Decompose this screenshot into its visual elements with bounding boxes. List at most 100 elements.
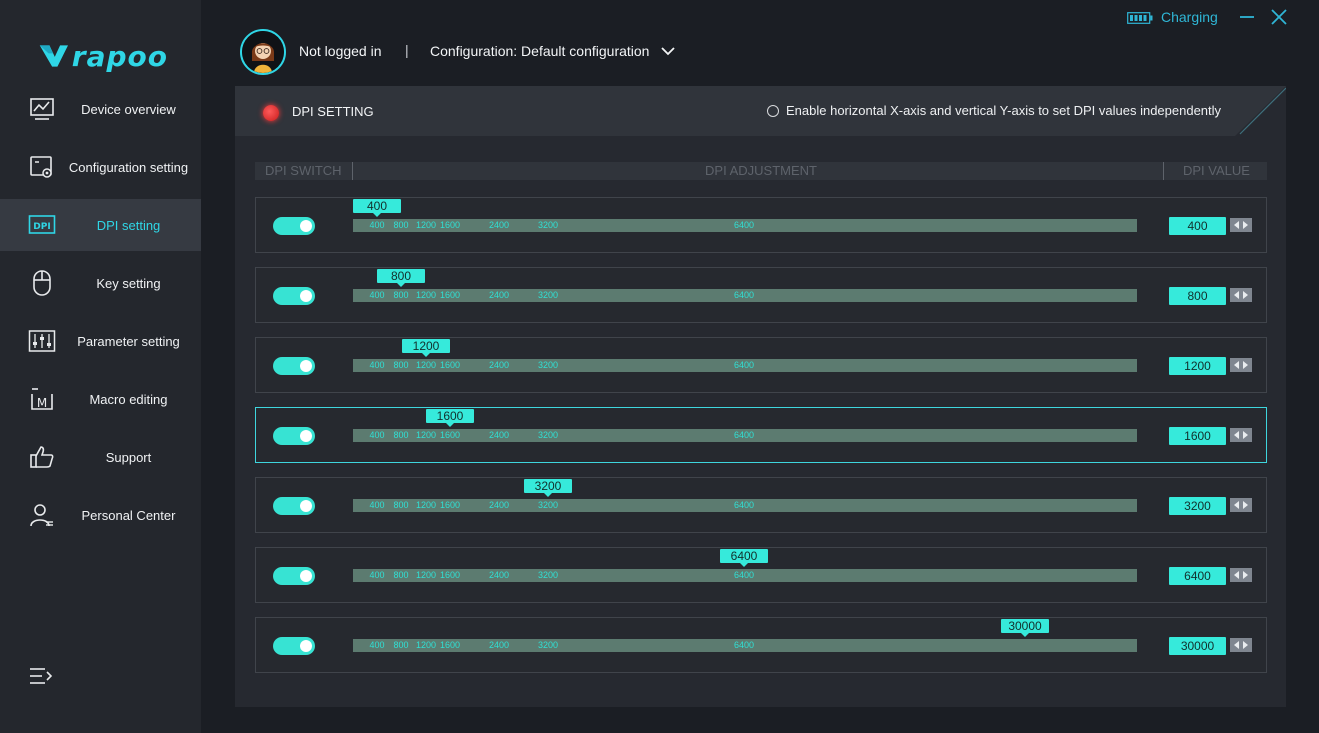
dpi-slider-track[interactable]: 400 800 1200 1600 2400 3200 6400 800: [353, 269, 1137, 302]
dpi-slider-handle[interactable]: 400: [353, 199, 401, 217]
dpi-value-stepper[interactable]: [1230, 288, 1252, 302]
sliders-icon: [28, 327, 56, 355]
slider-tick-label: 1200: [415, 640, 437, 650]
sidebar-item-key-setting[interactable]: Key setting: [0, 257, 201, 309]
decrement-arrow-icon[interactable]: [1234, 431, 1239, 439]
dpi-slider-track[interactable]: 400 800 1200 1600 2400 3200 6400 30000: [353, 619, 1137, 652]
slider-tick-label: 2400: [488, 570, 510, 580]
dpi-value-field[interactable]: 800: [1169, 287, 1226, 305]
dpi-switch-toggle[interactable]: [273, 637, 315, 655]
dpi-row[interactable]: 400 800 1200 1600 2400 3200 6400 400 400: [255, 197, 1267, 253]
dpi-slider-track[interactable]: 400 800 1200 1600 2400 3200 6400 400: [353, 199, 1137, 232]
dpi-value-stepper[interactable]: [1230, 638, 1252, 652]
dpi-slider-handle[interactable]: 1600: [426, 409, 474, 427]
minimize-icon[interactable]: [1238, 8, 1256, 26]
toggle-knob: [300, 570, 312, 582]
dpi-value-stepper[interactable]: [1230, 358, 1252, 372]
header-decoration: [1235, 86, 1286, 136]
dpi-value-field[interactable]: 400: [1169, 217, 1226, 235]
dpi-row[interactable]: 400 800 1200 1600 2400 3200 6400 6400 6400: [255, 547, 1267, 603]
slider-tick-label: 800: [393, 500, 409, 510]
sidebar-item-parameter-setting[interactable]: Parameter setting: [0, 315, 201, 367]
slider-tick-label: 2400: [488, 640, 510, 650]
increment-arrow-icon[interactable]: [1243, 431, 1248, 439]
slider-tick-label: 800: [393, 360, 409, 370]
decrement-arrow-icon[interactable]: [1234, 221, 1239, 229]
decrement-arrow-icon[interactable]: [1234, 361, 1239, 369]
dpi-value-field[interactable]: 30000: [1169, 637, 1226, 655]
battery-icon: [1127, 12, 1153, 24]
configuration-dropdown[interactable]: Configuration: Default configuration: [430, 43, 676, 59]
sidebar-item-device-overview[interactable]: Device overview: [0, 83, 201, 135]
dpi-value-field[interactable]: 6400: [1169, 567, 1226, 585]
xy-radio[interactable]: [767, 104, 779, 117]
dpi-row[interactable]: 400 800 1200 1600 2400 3200 6400 800 800: [255, 267, 1267, 323]
dpi-switch-toggle[interactable]: [273, 287, 315, 305]
dpi-value-stepper[interactable]: [1230, 498, 1252, 512]
slider-tick-label: 6400: [733, 570, 755, 580]
slider-tick-label: 400: [369, 500, 385, 510]
increment-arrow-icon[interactable]: [1243, 641, 1248, 649]
slider-tick-label: 2400: [488, 220, 510, 230]
sidebar-item-support[interactable]: Support: [0, 431, 201, 483]
dpi-value-field[interactable]: 1200: [1169, 357, 1226, 375]
increment-arrow-icon[interactable]: [1243, 571, 1248, 579]
dpi-row[interactable]: 400 800 1200 1600 2400 3200 6400 1600 1600: [255, 407, 1267, 463]
xy-independent-option[interactable]: Enable horizontal X-axis and vertical Y-…: [767, 103, 1221, 118]
dpi-value-stepper[interactable]: [1230, 568, 1252, 582]
slider-tick-label: 6400: [733, 290, 755, 300]
dpi-settings-panel: DPI SETTING Enable horizontal X-axis and…: [235, 86, 1286, 707]
dpi-icon-text: DPI: [33, 222, 50, 232]
sidebar-item-macro-editing[interactable]: M Macro editing: [0, 373, 201, 425]
dpi-slider-track[interactable]: 400 800 1200 1600 2400 3200 6400 1600: [353, 409, 1137, 442]
dpi-value-field[interactable]: 3200: [1169, 497, 1226, 515]
dpi-slider-track[interactable]: 400 800 1200 1600 2400 3200 6400 3200: [353, 479, 1137, 512]
increment-arrow-icon[interactable]: [1243, 291, 1248, 299]
xy-option-label: Enable horizontal X-axis and vertical Y-…: [786, 103, 1222, 118]
slider-tick-label: 1200: [415, 220, 437, 230]
dpi-switch-toggle[interactable]: [273, 427, 315, 445]
dpi-row[interactable]: 400 800 1200 1600 2400 3200 6400 1200 1200: [255, 337, 1267, 393]
slider-tick-label: 400: [369, 640, 385, 650]
macro-icon-text: M: [37, 396, 47, 410]
avatar[interactable]: [240, 29, 286, 75]
sidebar-item-dpi-setting[interactable]: DPI DPI setting: [0, 199, 201, 251]
sidebar-item-label: Macro editing: [89, 391, 168, 407]
increment-arrow-icon[interactable]: [1243, 501, 1248, 509]
increment-arrow-icon[interactable]: [1243, 221, 1248, 229]
dpi-slider-handle[interactable]: 6400: [720, 549, 768, 567]
slider-tick-label: 800: [393, 430, 409, 440]
slider-tick-label: 6400: [733, 220, 755, 230]
slider-tick-label: 400: [369, 220, 385, 230]
slider-tick-label: 2400: [488, 290, 510, 300]
dpi-switch-toggle[interactable]: [273, 217, 315, 235]
sidebar-item-label: Parameter setting: [77, 333, 180, 349]
close-icon[interactable]: [1270, 8, 1288, 26]
dpi-switch-toggle[interactable]: [273, 497, 315, 515]
dpi-slider-track[interactable]: 400 800 1200 1600 2400 3200 6400 1200: [353, 339, 1137, 372]
decrement-arrow-icon[interactable]: [1234, 571, 1239, 579]
menu-expand-icon[interactable]: [28, 664, 56, 692]
decrement-arrow-icon[interactable]: [1234, 501, 1239, 509]
slider-tick-label: 6400: [733, 360, 755, 370]
dpi-switch-toggle[interactable]: [273, 357, 315, 375]
dpi-value-stepper[interactable]: [1230, 428, 1252, 442]
dpi-slider-handle[interactable]: 1200: [402, 339, 450, 357]
dpi-row[interactable]: 400 800 1200 1600 2400 3200 6400 3200 3200: [255, 477, 1267, 533]
increment-arrow-icon[interactable]: [1243, 361, 1248, 369]
dpi-slider-track[interactable]: 400 800 1200 1600 2400 3200 6400 6400: [353, 549, 1137, 582]
login-status[interactable]: Not logged in: [299, 43, 382, 59]
dpi-value-field[interactable]: 1600: [1169, 427, 1226, 445]
dpi-slider-handle[interactable]: 30000: [1001, 619, 1049, 637]
sidebar-item-label: Key setting: [96, 275, 161, 291]
sidebar-item-personal-center[interactable]: Personal Center: [0, 489, 201, 541]
decrement-arrow-icon[interactable]: [1234, 291, 1239, 299]
dpi-switch-toggle[interactable]: [273, 567, 315, 585]
decrement-arrow-icon[interactable]: [1234, 641, 1239, 649]
dpi-slider-handle[interactable]: 800: [377, 269, 425, 287]
dpi-slider-handle[interactable]: 3200: [524, 479, 572, 497]
dpi-row[interactable]: 400 800 1200 1600 2400 3200 6400 30000 30000: [255, 617, 1267, 673]
dpi-value-stepper[interactable]: [1230, 218, 1252, 232]
slider-tick-label: 1200: [415, 570, 437, 580]
sidebar-item-configuration-setting[interactable]: Configuration setting: [0, 141, 201, 193]
